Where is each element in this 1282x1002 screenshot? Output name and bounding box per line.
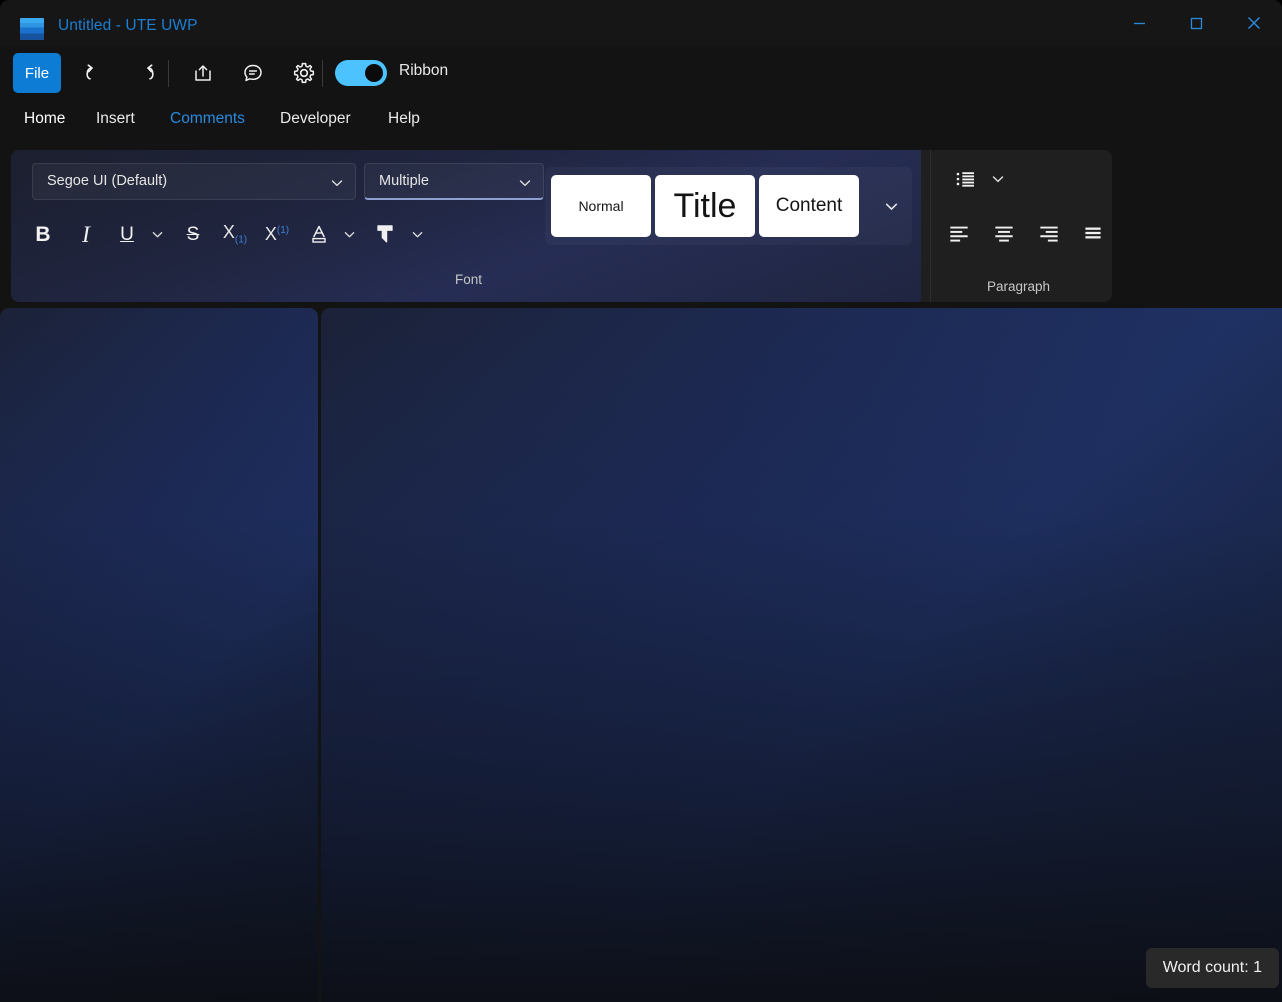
minimize-icon: [1134, 22, 1145, 24]
subscript-icon: X(1): [222, 221, 248, 246]
quick-access-toolbar: File: [0, 46, 1282, 102]
chevron-down-icon: [152, 231, 162, 237]
style-gallery: Normal Title Content: [545, 167, 912, 245]
chevron-down-icon: [992, 176, 1004, 183]
redo-button[interactable]: [127, 55, 163, 91]
font-family-value: Segoe UI (Default): [47, 173, 168, 189]
italic-button[interactable]: I: [71, 219, 101, 249]
gear-icon: [293, 62, 315, 84]
share-button[interactable]: [185, 55, 221, 91]
align-right-button[interactable]: [1034, 218, 1064, 248]
maximize-icon: [1190, 17, 1203, 29]
toolbar-separator: [168, 60, 169, 87]
window-title: Untitled - UTE UWP: [58, 17, 198, 34]
chevron-down-icon: [885, 203, 897, 210]
strikethrough-icon: S: [186, 223, 200, 245]
tab-home[interactable]: Home: [24, 110, 66, 153]
settings-button[interactable]: [286, 55, 322, 91]
style-card-normal[interactable]: Normal: [551, 175, 651, 237]
share-icon: [195, 65, 211, 81]
tab-comments[interactable]: Comments: [170, 110, 245, 148]
tab-developer[interactable]: Developer: [280, 110, 351, 148]
tab-home-label: Home: [24, 110, 66, 127]
bold-button[interactable]: B: [28, 219, 58, 249]
highlight-button[interactable]: [370, 219, 400, 249]
maximize-button[interactable]: [1168, 0, 1225, 46]
subscript-button[interactable]: X(1): [220, 219, 250, 249]
close-button[interactable]: [1225, 0, 1282, 46]
bullet-list-button[interactable]: [950, 164, 982, 194]
document-pane-left[interactable]: [0, 308, 318, 1002]
underline-button[interactable]: U: [112, 219, 142, 249]
close-icon: [1247, 17, 1260, 29]
align-justify-button[interactable]: [1078, 218, 1108, 248]
ribbon-group-divider: [930, 150, 931, 302]
tab-help[interactable]: Help: [388, 110, 420, 148]
align-center-button[interactable]: [989, 218, 1019, 248]
app-document-icon: [20, 18, 44, 40]
italic-icon: I: [82, 221, 90, 247]
font-family-dropdown[interactable]: Segoe UI (Default): [32, 163, 356, 200]
bullet-list-icon: [956, 172, 975, 187]
undo-icon: [86, 64, 93, 80]
align-right-icon: [1040, 226, 1058, 242]
title-bar: Untitled - UTE UWP: [0, 0, 1282, 46]
chevron-down-icon: [412, 231, 422, 237]
chevron-down-icon: [344, 231, 354, 237]
align-left-button[interactable]: [944, 218, 974, 248]
minimize-button[interactable]: [1111, 0, 1168, 46]
font-color-options-button[interactable]: [338, 220, 360, 248]
chevron-down-icon: [330, 176, 344, 195]
application-window: Untitled - UTE UWP File Ribbon Home Inse…: [0, 0, 1282, 1002]
font-size-value: Multiple: [379, 173, 429, 189]
align-center-icon: [995, 226, 1013, 242]
bullet-list-options-button[interactable]: [987, 165, 1009, 193]
highlighter-icon: [377, 225, 393, 243]
word-count-badge: Word count: 1: [1145, 948, 1279, 988]
font-color-icon: [312, 225, 326, 243]
file-button[interactable]: File: [13, 53, 61, 93]
bold-icon: B: [35, 222, 51, 246]
font-color-button[interactable]: [304, 219, 334, 249]
style-card-title[interactable]: Title: [655, 175, 755, 237]
toggle-knob: [365, 64, 383, 82]
comment-icon: [244, 64, 262, 82]
align-left-icon: [950, 226, 968, 242]
redo-icon: [147, 64, 154, 80]
toolbar-separator-2: [322, 60, 323, 87]
window-controls: [1111, 0, 1282, 46]
ribbon-toggle-switch[interactable]: [335, 60, 387, 86]
superscript-icon: X(1): [264, 224, 290, 244]
highlight-options-button[interactable]: [406, 220, 428, 248]
style-gallery-expand-button[interactable]: [876, 191, 906, 221]
chevron-down-icon: [518, 176, 532, 195]
underline-options-button[interactable]: [146, 220, 168, 248]
font-size-dropdown[interactable]: Multiple: [364, 163, 544, 200]
tab-insert[interactable]: Insert: [96, 110, 135, 148]
document-area: Word count: 1: [0, 308, 1282, 1002]
undo-button[interactable]: [77, 55, 113, 91]
document-editor[interactable]: [321, 308, 1282, 1002]
style-card-content[interactable]: Content: [759, 175, 859, 237]
ribbon-toggle-label: Ribbon: [399, 62, 449, 79]
font-group-label: Font: [455, 272, 483, 287]
underline-icon: U: [120, 223, 134, 245]
align-justify-icon: [1085, 227, 1101, 239]
superscript-button[interactable]: X(1): [262, 219, 292, 249]
ribbon-tab-strip: Home Insert Comments Developer Help: [0, 110, 1282, 153]
strikethrough-button[interactable]: S: [178, 219, 208, 249]
comment-button[interactable]: [235, 55, 271, 91]
paragraph-group-label: Paragraph: [987, 279, 1051, 294]
